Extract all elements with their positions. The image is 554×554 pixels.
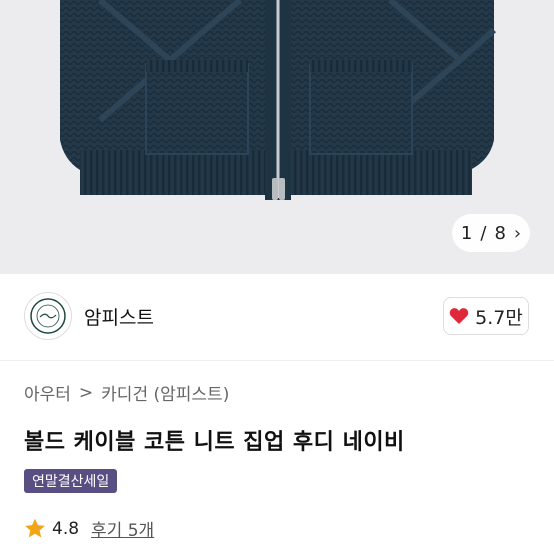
heart-icon (449, 308, 469, 324)
brand-logo-image (30, 298, 66, 334)
brand-name[interactable]: 암피스트 (84, 303, 154, 330)
breadcrumb-separator: > (78, 382, 94, 403)
chevron-right-icon[interactable]: › (514, 223, 521, 244)
rating-summary: 4.8 후기 5개 (24, 516, 154, 541)
rating-score: 4.8 (52, 518, 80, 539)
brand-logo[interactable] (24, 292, 72, 340)
image-counter[interactable]: 1 / 8 › (452, 214, 530, 252)
image-counter-current: 1 (460, 222, 473, 244)
brand-section: 암피스트 5.7만 (0, 274, 554, 361)
product-title: 볼드 케이블 코튼 니트 집업 후디 네이비 (24, 430, 405, 455)
review-link[interactable]: 후기 5개 (91, 516, 154, 541)
breadcrumb-item-outer[interactable]: 아우터 (24, 380, 71, 405)
like-count: 5.7만 (475, 306, 523, 329)
product-image-gallery[interactable]: 1 / 8 › (0, 0, 554, 274)
like-button[interactable]: 5.7만 (443, 297, 529, 335)
sale-badge: 연말결산세일 (24, 469, 118, 493)
breadcrumb: 아우터 > 카디건 (암피스트) (24, 380, 229, 406)
image-counter-total: 8 (494, 222, 506, 244)
breadcrumb-item-cardigan[interactable]: 카디건 (암피스트) (101, 380, 229, 405)
image-counter-separator: / (480, 222, 487, 244)
star-icon (25, 518, 45, 538)
